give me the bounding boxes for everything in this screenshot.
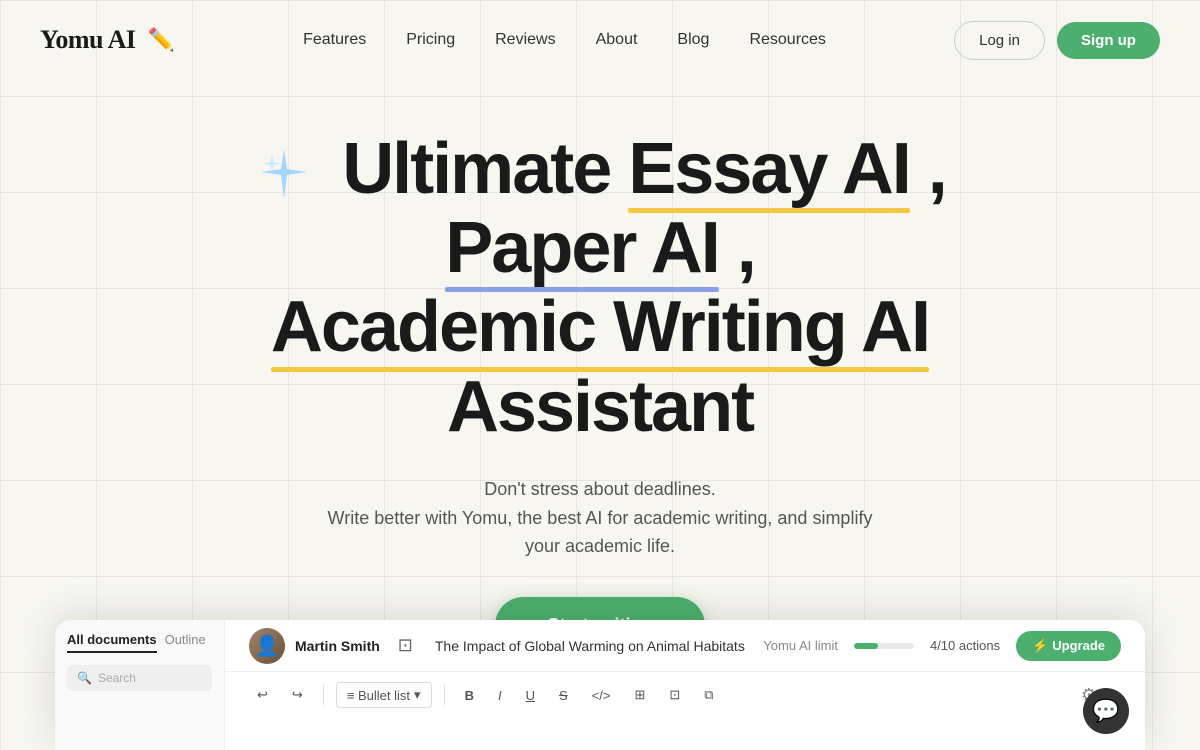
tab-all-documents[interactable]: All documents — [67, 632, 157, 653]
hero-section: Ultimate Essay AI , Paper AI , Academic … — [0, 80, 1200, 654]
title-academic: Academic Writing AI — [271, 288, 929, 367]
navbar: Yomu AI ✏️ Features Pricing Reviews Abou… — [0, 0, 1200, 80]
chat-icon: 💬 — [1092, 698, 1119, 724]
login-button[interactable]: Log in — [954, 21, 1045, 60]
document-title: The Impact of Global Warming on Animal H… — [435, 638, 745, 654]
code-button[interactable]: </> — [584, 684, 619, 707]
strikethrough-button[interactable]: S — [551, 684, 576, 707]
title-ultimate: Ultimate — [342, 129, 628, 209]
nav-item-about[interactable]: About — [596, 31, 638, 49]
app-toolbar: ↩ ↪ ≡ Bullet list ▾ B I U S </> ⊞ ⊡ ⧉ ⚙ … — [225, 672, 1145, 718]
app-preview: All documents Outline 🔍 Search Martin Sm… — [55, 620, 1145, 750]
user-name: Martin Smith — [295, 638, 380, 654]
upgrade-button[interactable]: ⚡ Upgrade — [1016, 631, 1121, 661]
subtitle-line1: Don't stress about deadlines. — [484, 479, 716, 499]
underline-button[interactable]: U — [518, 684, 543, 707]
undo-button[interactable]: ↩ — [249, 683, 276, 707]
app-sidebar: All documents Outline 🔍 Search — [55, 620, 225, 750]
toolbar-divider-2 — [444, 685, 445, 705]
image-button[interactable]: ⊡ — [661, 683, 688, 707]
title-comma1: , — [910, 129, 946, 209]
logo-text: Yomu AI — [40, 25, 135, 55]
title-essay-ai: Essay AI — [628, 130, 910, 209]
app-user-info: Martin Smith ⊡ The Impact of Global Warm… — [249, 628, 745, 664]
nav-item-reviews[interactable]: Reviews — [495, 31, 555, 49]
sidebar-search[interactable]: 🔍 Search — [67, 665, 212, 691]
table-button[interactable]: ⊞ — [626, 683, 653, 707]
hero-title: Ultimate Essay AI , Paper AI , Academic … — [150, 130, 1050, 447]
tab-outline[interactable]: Outline — [165, 632, 206, 653]
limit-bar-fill — [854, 643, 878, 649]
document-icon: ⊡ — [398, 635, 413, 656]
limit-progress-container — [854, 643, 914, 649]
logo-icon: ✏️ — [147, 27, 174, 53]
avatar — [249, 628, 285, 664]
redo-button[interactable]: ↪ — [284, 683, 311, 707]
nav-actions: Log in Sign up — [954, 21, 1160, 60]
sparkle-icon — [254, 144, 314, 204]
toolbar-divider-1 — [323, 685, 324, 705]
limit-count: 4/10 actions — [930, 638, 1000, 653]
bold-button[interactable]: B — [457, 684, 482, 707]
app-topbar: Martin Smith ⊡ The Impact of Global Warm… — [225, 620, 1145, 672]
dropdown-icon: ▾ — [414, 687, 421, 703]
bullet-list-label: ≡ Bullet list — [347, 688, 410, 703]
italic-button[interactable]: I — [490, 684, 510, 707]
bullet-list-button[interactable]: ≡ Bullet list ▾ — [336, 682, 432, 708]
upgrade-icon: ⚡ — [1032, 638, 1048, 654]
chat-button[interactable]: 💬 — [1083, 688, 1129, 734]
limit-label: Yomu AI limit — [763, 638, 838, 653]
avatar-image — [249, 628, 285, 664]
nav-links: Features Pricing Reviews About Blog Reso… — [303, 31, 826, 49]
nav-item-blog[interactable]: Blog — [677, 31, 709, 49]
search-icon: 🔍 — [77, 671, 92, 685]
signup-button[interactable]: Sign up — [1057, 22, 1160, 59]
logo[interactable]: Yomu AI ✏️ — [40, 25, 175, 55]
nav-item-features[interactable]: Features — [303, 31, 366, 49]
app-limit-section: Yomu AI limit 4/10 actions ⚡ Upgrade — [763, 631, 1121, 661]
nav-item-resources[interactable]: Resources — [749, 31, 825, 49]
search-placeholder: Search — [98, 671, 136, 685]
title-assistant: Assistant — [447, 367, 753, 447]
title-paper-ai: Paper AI — [445, 209, 718, 288]
link-button[interactable]: ⧉ — [696, 683, 721, 707]
limit-progress-bar — [854, 643, 914, 649]
title-comma2: , — [719, 208, 755, 288]
subtitle-line2: Write better with Yomu, the best AI for … — [328, 508, 873, 557]
nav-item-pricing[interactable]: Pricing — [406, 31, 455, 49]
sidebar-tabs: All documents Outline — [67, 632, 212, 653]
hero-subtitle: Don't stress about deadlines. Write bett… — [320, 475, 880, 561]
app-main: Martin Smith ⊡ The Impact of Global Warm… — [225, 620, 1145, 750]
upgrade-label: Upgrade — [1052, 638, 1105, 653]
